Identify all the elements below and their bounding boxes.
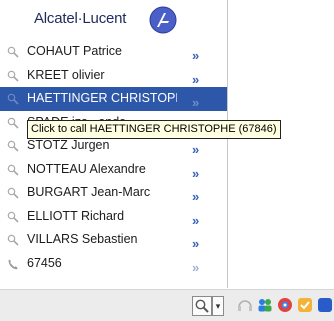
search-icon [7, 164, 19, 176]
contact-row[interactable]: NOTTEAU Alexandre » [0, 158, 227, 182]
contact-name: COHAUT Patrice [27, 44, 122, 58]
taskbar-search-button[interactable] [192, 296, 212, 316]
headset-icon[interactable] [236, 296, 254, 314]
contact-row[interactable]: VILLARS Sebastien » [0, 228, 227, 252]
brand-logo-icon [149, 6, 177, 34]
call-chevron-button[interactable]: » [192, 189, 199, 204]
contact-row[interactable]: COHAUT Patrice » [0, 40, 227, 64]
call-chevron-button[interactable]: » [192, 72, 199, 87]
phone-icon [8, 259, 18, 269]
contact-name: ELLIOTT Richard [27, 208, 125, 223]
call-chevron-button[interactable]: » [192, 166, 199, 181]
contact-name: NOTTEAU Alexandre [27, 161, 146, 176]
search-icon [7, 140, 19, 152]
contact-name: VILLARS Sebastien [27, 232, 138, 246]
search-icon [7, 70, 19, 82]
call-chevron-button[interactable]: » [192, 236, 199, 251]
taskbar-dropdown-button[interactable]: ▾ [212, 296, 224, 316]
contact-list: COHAUT Patrice » KREET olivier » HAETTIN… [0, 40, 227, 275]
call-tooltip: Click to call HAETTINGER CHRISTOPHE (678… [27, 120, 281, 139]
call-chevron-button[interactable]: » [192, 213, 199, 228]
search-icon [7, 117, 19, 129]
call-chevron-button[interactable]: » [192, 95, 199, 110]
contact-row[interactable]: KREET olivier » [0, 64, 227, 88]
contact-row[interactable]: BURGART Jean-Marc » [0, 181, 227, 205]
brand-header: Alcatel·Lucent [0, 0, 227, 40]
search-icon [7, 211, 19, 223]
search-icon [7, 93, 19, 105]
network-icon[interactable] [276, 296, 294, 314]
users-icon[interactable] [256, 296, 274, 314]
contact-name: 67456 [27, 255, 62, 270]
search-icon [195, 299, 209, 313]
contact-row[interactable]: ELLIOTT Richard » [0, 205, 227, 229]
contact-popup: Alcatel·Lucent COHAUT Patrice » KREET ol… [0, 0, 228, 288]
search-icon [7, 46, 19, 58]
contact-name: HAETTINGER CHRISTOPHE [27, 91, 177, 105]
search-icon [7, 187, 19, 199]
call-chevron-button[interactable]: » [192, 48, 199, 63]
call-chevron-button[interactable]: » [192, 260, 199, 275]
call-chevron-button[interactable]: » [192, 142, 199, 157]
brand-name: Alcatel·Lucent [34, 10, 127, 27]
contact-name: KREET olivier [27, 67, 105, 82]
contact-row-selected[interactable]: HAETTINGER CHRISTOPHE » [0, 87, 227, 111]
contact-name: STOTZ Jurgen [27, 138, 110, 152]
search-icon [7, 234, 19, 246]
status-icon[interactable] [296, 296, 314, 314]
app-tray-icon[interactable] [316, 296, 334, 314]
number-row[interactable]: 67456 » [0, 252, 227, 276]
taskbar: ▾ [0, 289, 334, 321]
contact-name: BURGART Jean-Marc [27, 185, 151, 199]
